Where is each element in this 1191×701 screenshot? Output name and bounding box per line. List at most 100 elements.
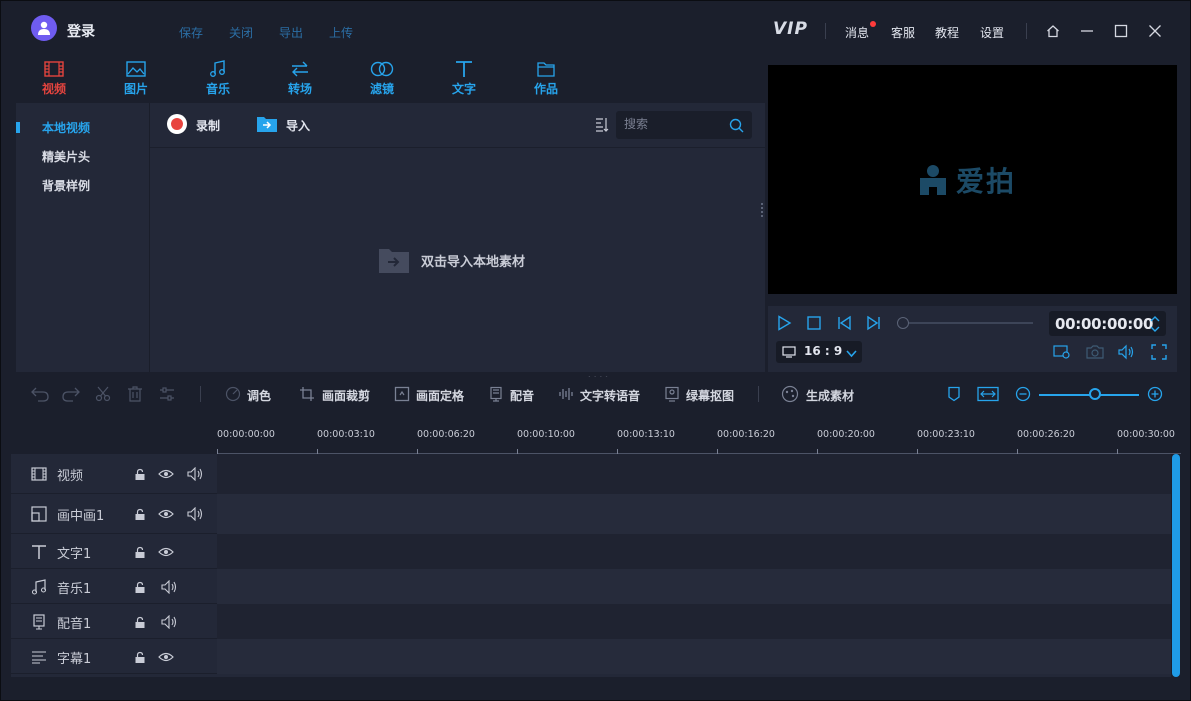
seek-bar[interactable]	[903, 322, 1033, 324]
adjust-sliders-icon[interactable]	[158, 385, 176, 403]
next-frame-icon[interactable]	[865, 314, 883, 332]
tab-works[interactable]: 作品	[516, 60, 576, 97]
login-button[interactable]: 登录	[67, 21, 95, 41]
panel-resize-handle[interactable]	[761, 203, 763, 217]
export-button[interactable]: 导出	[279, 24, 329, 41]
unlock-icon[interactable]	[132, 579, 148, 595]
empty-import-area[interactable]: 双击导入本地素材	[378, 246, 525, 274]
vertical-scrollbar[interactable]	[1171, 454, 1181, 677]
dubbing-button[interactable]: 配音	[510, 387, 534, 404]
tab-filter[interactable]: 滤镜	[352, 60, 412, 97]
previous-frame-icon[interactable]	[835, 314, 853, 332]
track-lane-video[interactable]	[217, 454, 1171, 494]
track-lane-pip[interactable]	[217, 494, 1171, 534]
track-lane-music[interactable]	[217, 569, 1171, 604]
seek-handle[interactable]	[897, 317, 909, 329]
zoom-slider-handle[interactable]	[1089, 388, 1101, 400]
subtitle-lines-icon	[30, 648, 48, 666]
track-header-text[interactable]: 文字1	[11, 534, 217, 569]
track-header-music[interactable]: 音乐1	[11, 569, 217, 604]
sidebar-item-intros[interactable]: 精美片头	[42, 148, 90, 165]
track-lane-dubbing[interactable]	[217, 604, 1171, 639]
generate-material-button[interactable]: 生成素材	[806, 387, 854, 404]
color-grade-button[interactable]: 调色	[247, 387, 271, 404]
volume-icon[interactable]	[1117, 343, 1135, 361]
zoom-in-icon[interactable]	[1146, 385, 1164, 403]
search-input[interactable]	[624, 117, 724, 131]
close-icon[interactable]	[1145, 21, 1165, 41]
unlock-icon[interactable]	[132, 614, 148, 630]
unlock-icon[interactable]	[132, 506, 148, 522]
tab-text[interactable]: 文字	[434, 60, 494, 97]
eye-icon[interactable]	[158, 466, 174, 482]
upload-button[interactable]: 上传	[329, 24, 379, 41]
eye-icon[interactable]	[158, 506, 174, 522]
play-icon[interactable]	[775, 314, 793, 332]
speaker-icon[interactable]	[161, 614, 177, 630]
search-box	[616, 111, 752, 139]
green-screen-button[interactable]: 绿幕抠图	[686, 387, 734, 404]
horizontal-scroll-area[interactable]	[11, 677, 1181, 691]
track-lane-subtitle[interactable]	[217, 639, 1171, 674]
aspect-ratio-select[interactable]: 16 : 9	[776, 341, 862, 363]
tab-transition[interactable]: 转场	[270, 60, 330, 97]
snapshot-camera-icon[interactable]	[1086, 343, 1104, 361]
timecode-display[interactable]: 00:00:00:00	[1049, 311, 1166, 336]
track-header-dubbing[interactable]: 配音1	[11, 604, 217, 639]
redo-icon[interactable]	[62, 385, 80, 403]
track-lane-text[interactable]	[217, 534, 1171, 569]
record-button[interactable]: 录制	[196, 117, 220, 134]
undo-icon[interactable]	[31, 385, 49, 403]
avatar[interactable]	[31, 15, 57, 41]
tab-music[interactable]: 音乐	[188, 60, 248, 97]
preview-settings-icon[interactable]	[1053, 343, 1071, 361]
eye-icon[interactable]	[158, 649, 174, 665]
import-button[interactable]: 导入	[286, 117, 310, 134]
sidebar-item-local-video[interactable]: 本地视频	[42, 119, 90, 136]
freeze-frame-button[interactable]: 画面定格	[416, 387, 464, 404]
track-header-pip[interactable]: 画中画1	[11, 494, 217, 534]
zoom-out-icon[interactable]	[1014, 385, 1032, 403]
unlock-icon[interactable]	[132, 544, 148, 560]
close-project-button[interactable]: 关闭	[229, 24, 279, 41]
marker-icon[interactable]	[945, 385, 963, 403]
minimize-icon[interactable]	[1077, 21, 1097, 41]
speaker-icon[interactable]	[161, 579, 177, 595]
tutorial-button[interactable]: 教程	[935, 24, 959, 41]
settings-button[interactable]: 设置	[980, 24, 1004, 41]
eye-icon[interactable]	[158, 544, 174, 560]
stop-icon[interactable]	[805, 314, 823, 332]
record-icon[interactable]	[167, 114, 187, 134]
speaker-icon[interactable]	[187, 506, 203, 522]
ruler-label: 00:00:13:10	[617, 429, 675, 440]
unlock-icon[interactable]	[132, 466, 148, 482]
music-note-icon	[210, 60, 225, 77]
delete-icon[interactable]	[126, 385, 144, 403]
time-ruler[interactable]: 00:00:00:00 00:00:03:10 00:00:06:20 00:0…	[217, 416, 1181, 454]
crop-button[interactable]: 画面裁剪	[322, 387, 370, 404]
unlock-icon[interactable]	[132, 649, 148, 665]
tab-video[interactable]: 视频	[24, 60, 84, 97]
track-header-subtitle[interactable]: 字幕1	[11, 639, 217, 674]
cut-icon[interactable]	[94, 385, 112, 403]
home-icon[interactable]	[1043, 21, 1063, 41]
vip-badge[interactable]: VIP	[773, 19, 808, 39]
track-name: 文字1	[57, 547, 92, 562]
speaker-icon[interactable]	[187, 466, 203, 482]
timecode-stepper-icon[interactable]	[1149, 314, 1161, 338]
maximize-icon[interactable]	[1111, 21, 1131, 41]
music-note-icon	[30, 578, 48, 596]
sort-icon[interactable]	[595, 117, 609, 137]
import-icon[interactable]	[256, 115, 278, 137]
text-to-speech-button[interactable]: 文字转语音	[580, 387, 640, 404]
messages-button[interactable]: 消息	[845, 24, 869, 41]
search-icon[interactable]	[729, 118, 744, 137]
save-button[interactable]: 保存	[179, 24, 229, 41]
tab-image[interactable]: 图片	[106, 60, 166, 97]
sidebar-item-backgrounds[interactable]: 背景样例	[42, 177, 90, 194]
fullscreen-icon[interactable]	[1150, 343, 1168, 361]
dubbing-icon	[487, 385, 505, 403]
track-header-video[interactable]: 视频	[11, 454, 217, 494]
fit-timeline-icon[interactable]	[977, 385, 999, 403]
customer-service-button[interactable]: 客服	[891, 24, 915, 41]
